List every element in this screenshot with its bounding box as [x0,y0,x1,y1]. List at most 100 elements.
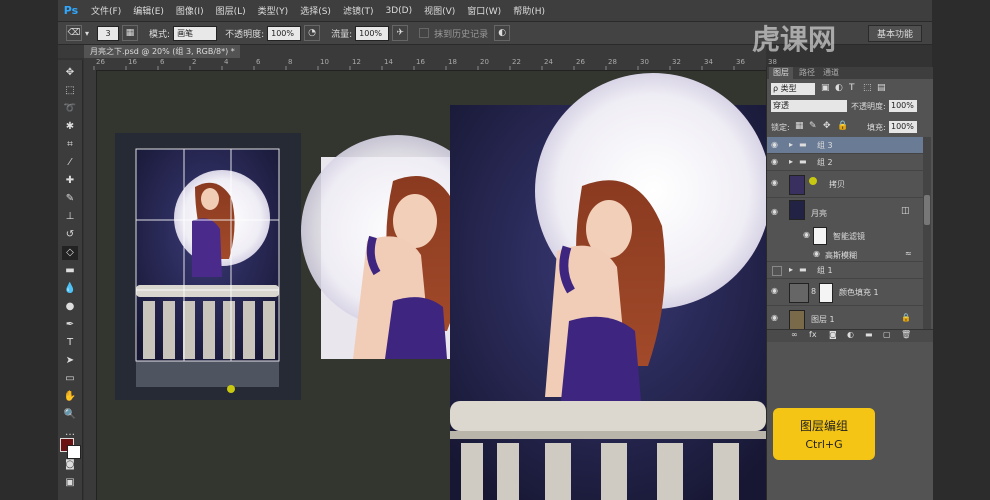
menu-3d[interactable]: 3D(D) [385,6,412,16]
adjustment-layer-icon[interactable]: ◐ [847,330,854,339]
tab-paths[interactable]: 路径 [795,67,819,79]
expand-arrow-icon[interactable]: ▸ [789,140,793,149]
add-mask-icon[interactable]: ◙ [829,330,837,339]
background-color-swatch[interactable] [67,445,81,459]
hand-tool-icon[interactable]: ✋ [62,390,78,404]
lock-position-icon[interactable]: ✥ [823,121,831,131]
lock-pixels-icon[interactable]: ✎ [809,121,817,131]
mode-select[interactable]: 画笔 [173,25,218,41]
fill-field[interactable]: 100% [889,121,917,133]
path-selection-tool-icon[interactable]: ➤ [62,354,78,368]
layer-row-color-fill[interactable]: ◉ 8 颜色填充 1 [767,279,923,306]
healing-brush-tool-icon[interactable]: ✚ [62,174,78,188]
menu-edit[interactable]: 编辑(E) [133,4,164,17]
flow-field[interactable]: 100% [355,25,390,41]
layer-row-group3[interactable]: ◉ ▸ ▬ 组 3 [767,137,923,154]
type-tool-icon[interactable]: T [62,336,78,350]
menu-view[interactable]: 视图(V) [424,4,455,17]
crop-tool-icon[interactable]: ⌗ [62,138,78,152]
move-tool-icon[interactable]: ✥ [62,66,78,80]
lock-transparency-icon[interactable]: ▦ [795,121,804,131]
dropdown-arrow-icon[interactable]: ▾ [85,29,89,38]
trash-icon[interactable]: 🗑 [901,330,911,339]
visibility-eye-icon[interactable]: ◉ [771,314,781,322]
brush-size-field[interactable]: 3 [97,25,120,41]
gradient-tool-icon[interactable]: ▬ [62,264,78,278]
smart-filter-row[interactable]: ◉ 智能滤镜 [767,225,923,247]
pressure-opacity-icon[interactable]: ◔ [304,25,321,41]
menu-file[interactable]: 文件(F) [91,4,121,17]
layer-row-group2[interactable]: ◉ ▸ ▬ 组 2 [767,154,923,171]
visibility-eye-icon[interactable]: ◉ [771,158,781,166]
menu-type[interactable]: 类型(Y) [258,4,289,17]
new-layer-icon[interactable]: ▢ [883,330,891,339]
visibility-eye-icon[interactable]: ◉ [771,141,781,149]
tools-panel: ✥ ⬚ ➰ ✱ ⌗ ⁄ ✚ ✎ ⊥ ↺ ◇ ▬ 💧 ● ✒ T ➤ ▭ ✋ 🔍 … [58,60,83,500]
visibility-eye-icon[interactable]: ◉ [803,231,813,239]
layer-row-moon[interactable]: ◉ 月亮 ◫ [767,198,923,228]
clone-stamp-tool-icon[interactable]: ⊥ [62,210,78,224]
eraser-tool-icon[interactable]: ◇ [62,246,78,260]
visibility-eye-icon[interactable]: ◉ [771,179,781,187]
layer-filter-select[interactable]: ρ 类型 [771,83,815,95]
filter-adjustment-icon[interactable]: ◐ [835,83,843,93]
menu-image[interactable]: 图像(I) [176,4,204,17]
airbrush-icon[interactable]: ✈ [392,25,409,41]
zoom-tool-icon[interactable]: 🔍 [62,408,78,422]
filter-smart-icon[interactable]: ▤ [877,83,886,93]
link-layers-icon[interactable]: ∞ [791,330,798,339]
screen-mode-icon[interactable]: ▣ [62,476,78,490]
visibility-eye-icon[interactable]: ◉ [813,250,823,258]
canvas-area[interactable] [97,71,766,500]
visibility-eye-icon[interactable]: ◉ [771,287,781,295]
tab-layers[interactable]: 图层 [769,67,793,79]
visibility-off-box[interactable] [772,266,782,276]
dodge-tool-icon[interactable]: ● [62,300,78,314]
eraser-tool-icon[interactable]: ⌫ [66,25,82,41]
workspace-select[interactable]: 基本功能 [867,24,922,42]
brush-panel-icon[interactable]: ▦ [122,25,139,41]
expand-arrow-icon[interactable]: ▸ [789,265,793,274]
fx-icon[interactable]: fx [809,330,817,339]
magic-wand-tool-icon[interactable]: ✱ [62,120,78,134]
filter-pixel-icon[interactable]: ▣ [821,83,830,93]
panel-opacity-field[interactable]: 100% [889,100,917,112]
scrollbar-thumb[interactable] [924,195,930,225]
shape-tool-icon[interactable]: ▭ [62,372,78,386]
menu-select[interactable]: 选择(S) [300,4,331,17]
layer-thumbnail [789,200,805,220]
document-tab[interactable]: 月亮之下.psd @ 20% (组 3, RGB/8*) * [84,45,240,58]
quick-mask-icon[interactable]: ◙ [62,458,78,472]
menu-help[interactable]: 帮助(H) [513,4,545,17]
layers-scrollbar[interactable] [923,137,931,337]
pen-tool-icon[interactable]: ✒ [62,318,78,332]
filter-type-icon[interactable]: T [849,83,855,93]
ruler-tick-label: 38 [768,58,777,66]
brush-tool-icon[interactable]: ✎ [62,192,78,206]
vertical-ruler[interactable] [84,70,97,500]
new-group-icon[interactable]: ▬ [865,330,873,339]
history-brush-tool-icon[interactable]: ↺ [62,228,78,242]
blur-tool-icon[interactable]: 💧 [62,282,78,296]
layer-row-copy[interactable]: ◉ 拷贝 [767,171,923,198]
ruler-tick-label: 32 [672,58,681,66]
lasso-tool-icon[interactable]: ➰ [62,102,78,116]
history-checkbox[interactable] [419,28,430,38]
filter-shape-icon[interactable]: ⬚ [863,83,872,93]
marquee-tool-icon[interactable]: ⬚ [62,84,78,98]
menu-filter[interactable]: 滤镜(T) [343,4,374,17]
horizontal-ruler[interactable]: 26 16 6 2 4 6 8 10 12 14 16 18 20 22 24 26 28 30 32 34 36 38 [84,58,777,71]
eyedropper-tool-icon[interactable]: ⁄ [62,156,78,170]
visibility-eye-icon[interactable]: ◉ [771,208,781,216]
tab-channels[interactable]: 通道 [819,67,843,79]
opacity-field[interactable]: 100% [267,25,302,41]
lock-all-icon[interactable]: 🔒 [837,121,848,131]
expand-arrow-icon[interactable]: ▸ [789,157,793,166]
blend-mode-select[interactable]: 穿透 [771,100,847,112]
filter-gaussian-row[interactable]: ◉ 高斯模糊 ≈ [767,247,923,262]
menu-layer[interactable]: 图层(L) [216,4,246,17]
pressure-size-icon[interactable]: ◐ [494,25,511,41]
menu-window[interactable]: 窗口(W) [467,4,501,17]
filter-options-icon[interactable]: ≈ [905,249,912,258]
layer-row-group1[interactable]: ▸ ▬ 组 1 [767,262,923,279]
